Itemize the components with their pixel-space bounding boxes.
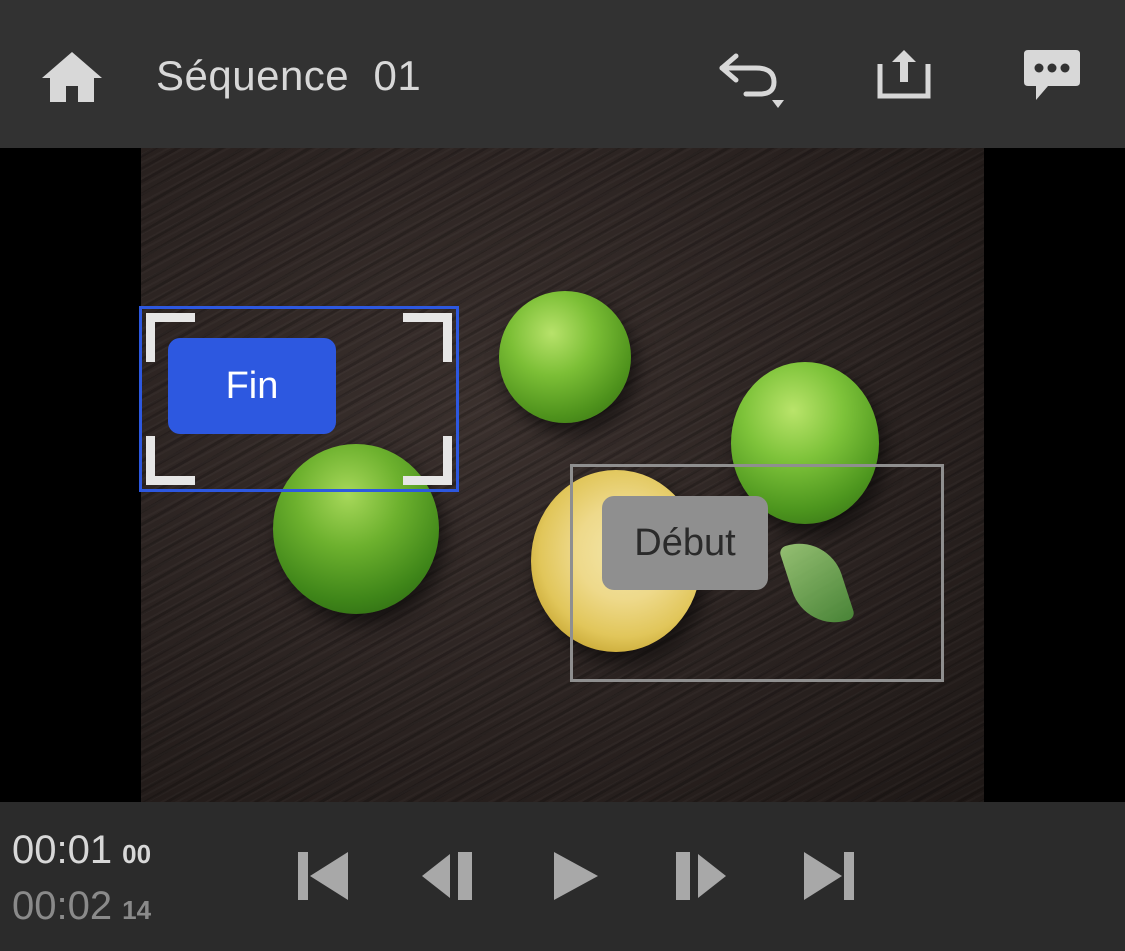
- total-timecode: 00:02 14: [12, 884, 151, 929]
- top-bar: Séquence 01: [0, 0, 1125, 148]
- lime-image: [499, 291, 631, 423]
- current-time: 00:01: [12, 828, 113, 872]
- skip-to-end-icon[interactable]: [800, 850, 856, 902]
- sequence-title: Séquence 01: [156, 52, 422, 99]
- share-icon[interactable]: [874, 48, 934, 100]
- resize-handle-top-right[interactable]: [403, 313, 452, 362]
- step-back-icon[interactable]: [420, 850, 476, 902]
- resize-handle-bottom-right[interactable]: [403, 436, 452, 485]
- current-frames: 00: [122, 839, 152, 869]
- resize-handle-bottom-left[interactable]: [146, 436, 195, 485]
- start-marker-label[interactable]: Début: [602, 496, 768, 590]
- comment-icon[interactable]: [1022, 48, 1082, 104]
- play-icon[interactable]: [548, 850, 604, 902]
- total-frames: 14: [122, 895, 152, 925]
- undo-icon[interactable]: [716, 50, 790, 112]
- step-forward-icon[interactable]: [672, 850, 728, 902]
- end-marker-label[interactable]: Fin: [168, 338, 336, 434]
- skip-to-start-icon[interactable]: [296, 850, 352, 902]
- home-icon[interactable]: [40, 50, 104, 104]
- current-timecode: 00:01 00: [12, 828, 151, 873]
- total-time: 00:02: [12, 884, 113, 928]
